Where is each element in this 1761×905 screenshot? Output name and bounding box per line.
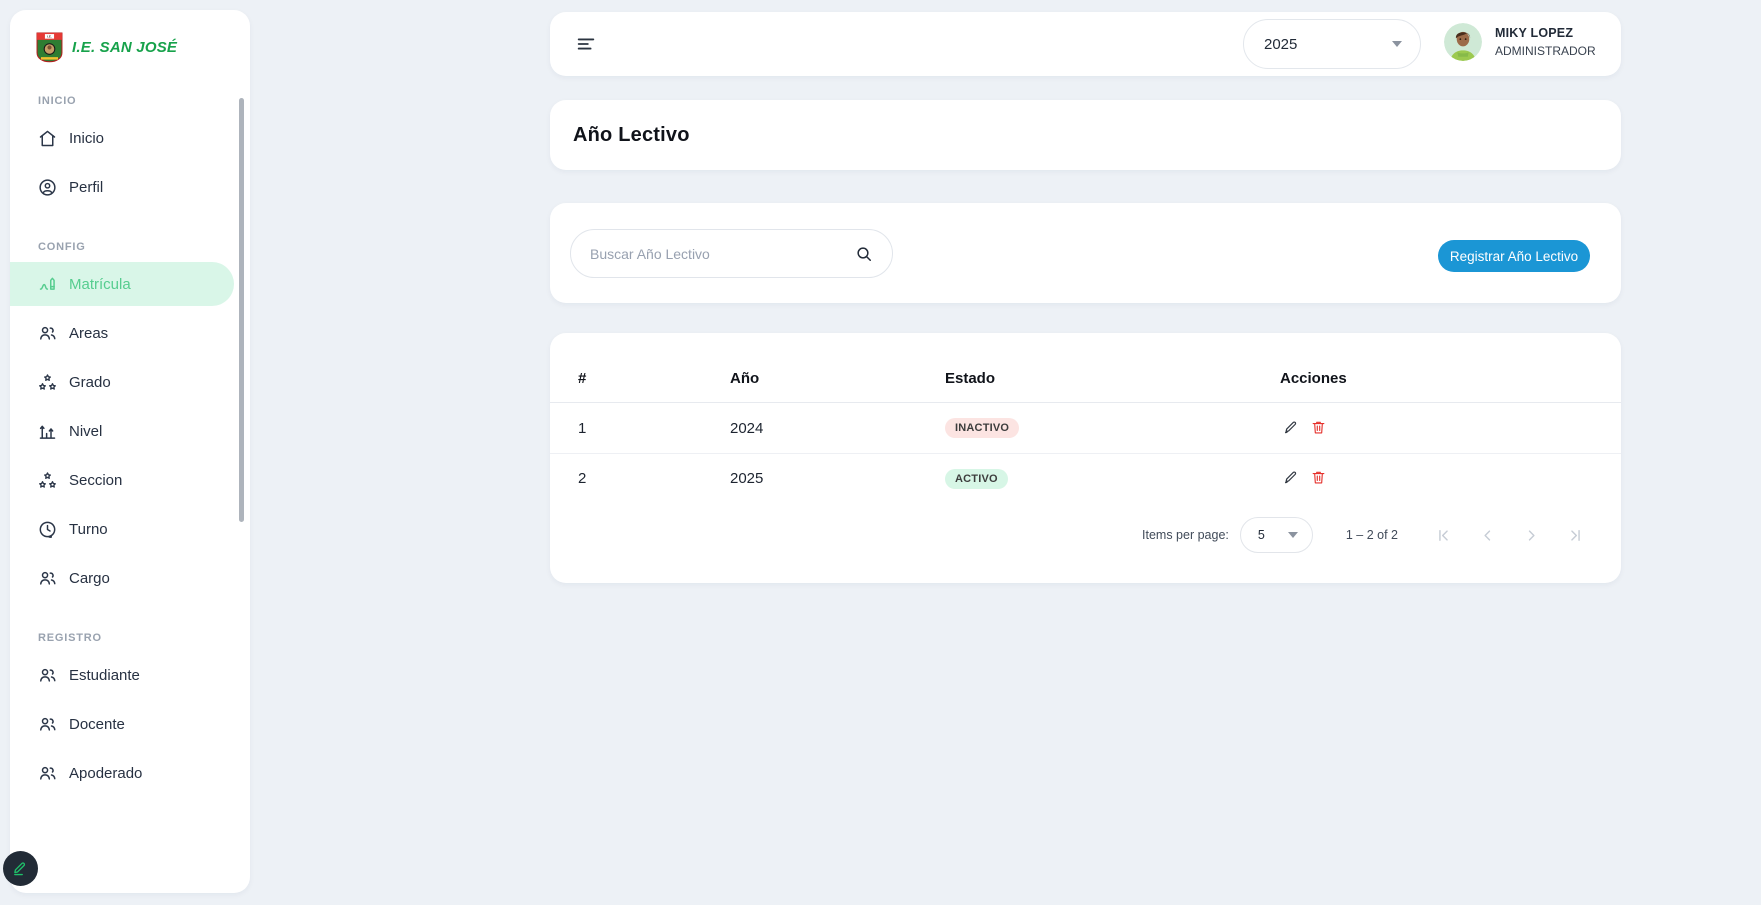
- toolbar: Registrar Año Lectivo: [550, 203, 1621, 303]
- home-icon: [37, 128, 58, 149]
- delete-button[interactable]: [1308, 417, 1329, 438]
- register-year-button[interactable]: Registrar Año Lectivo: [1438, 240, 1590, 272]
- people-icon: [37, 323, 58, 344]
- sidebar-item-nivel[interactable]: Nivel: [10, 409, 234, 453]
- search-field: [570, 229, 893, 278]
- sidebar-item-estudiante[interactable]: Estudiante: [10, 653, 234, 697]
- page-header: Año Lectivo: [550, 100, 1621, 170]
- chevron-down-icon: [1392, 41, 1402, 47]
- search-input[interactable]: [571, 246, 854, 262]
- people-icon: [37, 763, 58, 784]
- first-page-button[interactable]: [1434, 526, 1453, 545]
- sidebar-item-label: Apoderado: [69, 765, 142, 782]
- sidebar-item-docente[interactable]: Docente: [10, 702, 234, 746]
- sidebar-item-seccion[interactable]: Seccion: [10, 458, 234, 502]
- page-range-label: 1 – 2 of 2: [1346, 528, 1398, 542]
- sidebar-item-apoderado[interactable]: Apoderado: [10, 751, 234, 795]
- sidebar-item-label: Turno: [69, 521, 108, 538]
- sidebar-item-label: Matrícula: [69, 276, 131, 293]
- sidebar-item-grado[interactable]: Grado: [10, 360, 234, 404]
- sidebar-item-perfil[interactable]: Perfil: [10, 165, 234, 209]
- edit-button[interactable]: [1280, 467, 1301, 488]
- sidebar-section-label-registro: REGISTRO: [38, 632, 250, 644]
- user-role: ADMINISTRADOR: [1495, 44, 1596, 58]
- sidebar-item-turno[interactable]: Turno: [10, 507, 234, 551]
- person-circle-icon: [37, 177, 58, 198]
- people-icon: [37, 568, 58, 589]
- people-icon: [37, 714, 58, 735]
- sidebar-item-matricula[interactable]: Matrícula: [10, 262, 234, 306]
- sidebar-item-label: Areas: [69, 325, 108, 342]
- user-menu[interactable]: MIKY LOPEZ ADMINISTRADOR: [1444, 23, 1596, 61]
- user-name: MIKY LOPEZ: [1495, 26, 1596, 40]
- sidebar-scrollbar[interactable]: [239, 98, 244, 522]
- sidebar-item-areas[interactable]: Areas: [10, 311, 234, 355]
- sidebar-item-label: Grado: [69, 374, 111, 391]
- edit-icon: [1282, 469, 1299, 486]
- logo: I.E. I.E. SAN JOSÉ: [10, 10, 250, 63]
- table-body: 12024INACTIVO22025ACTIVO: [550, 403, 1621, 503]
- stars-hierarchy-icon: [37, 372, 58, 393]
- sidebar-item-label: Inicio: [69, 130, 104, 147]
- last-page-button[interactable]: [1566, 526, 1585, 545]
- clock-icon: [37, 519, 58, 540]
- school-crest-icon: I.E.: [36, 32, 63, 63]
- column-header-estado: Estado: [945, 370, 1280, 387]
- sidebar-item-label: Docente: [69, 716, 125, 733]
- sidebar-item-label: Nivel: [69, 423, 102, 440]
- svg-text:I.E.: I.E.: [47, 35, 52, 39]
- sidebar-nav: INICIO Inicio Perfil CONFIG Matrícula Areas Gr…: [10, 95, 250, 795]
- previous-page-button[interactable]: [1478, 526, 1497, 545]
- column-header-ano: Año: [730, 370, 945, 387]
- stars-hierarchy-icon: [37, 470, 58, 491]
- sidebar-section-label-inicio: INICIO: [38, 95, 250, 107]
- column-header--: #: [578, 370, 730, 387]
- status-badge: ACTIVO: [945, 469, 1008, 489]
- table-header-row: #AñoEstadoAcciones: [550, 333, 1621, 403]
- items-per-page-label: Items per page:: [1142, 528, 1229, 542]
- trash-icon: [1310, 469, 1327, 486]
- signature-icon: [37, 274, 58, 295]
- table-row: 12024INACTIVO: [550, 403, 1621, 453]
- menu-icon: [575, 33, 597, 55]
- next-page-button[interactable]: [1522, 526, 1541, 545]
- sidebar-item-label: Perfil: [69, 179, 103, 196]
- levels-icon: [37, 421, 58, 442]
- avatar[interactable]: [1444, 23, 1482, 61]
- search-icon[interactable]: [854, 244, 874, 264]
- edit-icon: [1282, 419, 1299, 436]
- sidebar-item-label: Cargo: [69, 570, 110, 587]
- sidebar-section-label-config: CONFIG: [38, 241, 250, 253]
- status-badge: INACTIVO: [945, 418, 1019, 438]
- year-select-value: 2025: [1264, 36, 1297, 53]
- topbar: 2025 MIKY LOPEZ ADMINISTRADOR: [550, 12, 1621, 76]
- trash-icon: [1310, 419, 1327, 436]
- cell-year: 2025: [730, 470, 945, 487]
- sidebar-item-cargo[interactable]: Cargo: [10, 556, 234, 600]
- sidebar-toggle-button[interactable]: [568, 26, 604, 62]
- sidebar-item-label: Seccion: [69, 472, 122, 489]
- page-title: Año Lectivo: [573, 124, 690, 147]
- page-size-value: 5: [1258, 528, 1265, 542]
- cell-index: 2: [578, 470, 730, 487]
- sidebar-item-label: Estudiante: [69, 667, 140, 684]
- delete-button[interactable]: [1308, 467, 1329, 488]
- edit-fab-button[interactable]: [3, 851, 38, 886]
- table-row: 22025ACTIVO: [550, 453, 1621, 503]
- cell-year: 2024: [730, 420, 945, 437]
- sidebar-item-inicio[interactable]: Inicio: [10, 116, 234, 160]
- year-table-card: #AñoEstadoAcciones 12024INACTIVO22025ACT…: [550, 333, 1621, 583]
- edit-button[interactable]: [1280, 417, 1301, 438]
- page-size-select[interactable]: 5: [1240, 517, 1313, 553]
- logo-title: I.E. SAN JOSÉ: [72, 39, 177, 56]
- year-select[interactable]: 2025: [1243, 19, 1421, 69]
- sidebar: I.E. I.E. SAN JOSÉ INICIO Inicio Perfil CON…: [10, 10, 250, 893]
- paginator: Items per page: 5 1 – 2 of 2: [1142, 515, 1585, 555]
- chevron-down-icon: [1288, 532, 1298, 538]
- cell-index: 1: [578, 420, 730, 437]
- pencil-icon: [11, 859, 30, 878]
- people-icon: [37, 665, 58, 686]
- column-header-acciones: Acciones: [1280, 370, 1595, 387]
